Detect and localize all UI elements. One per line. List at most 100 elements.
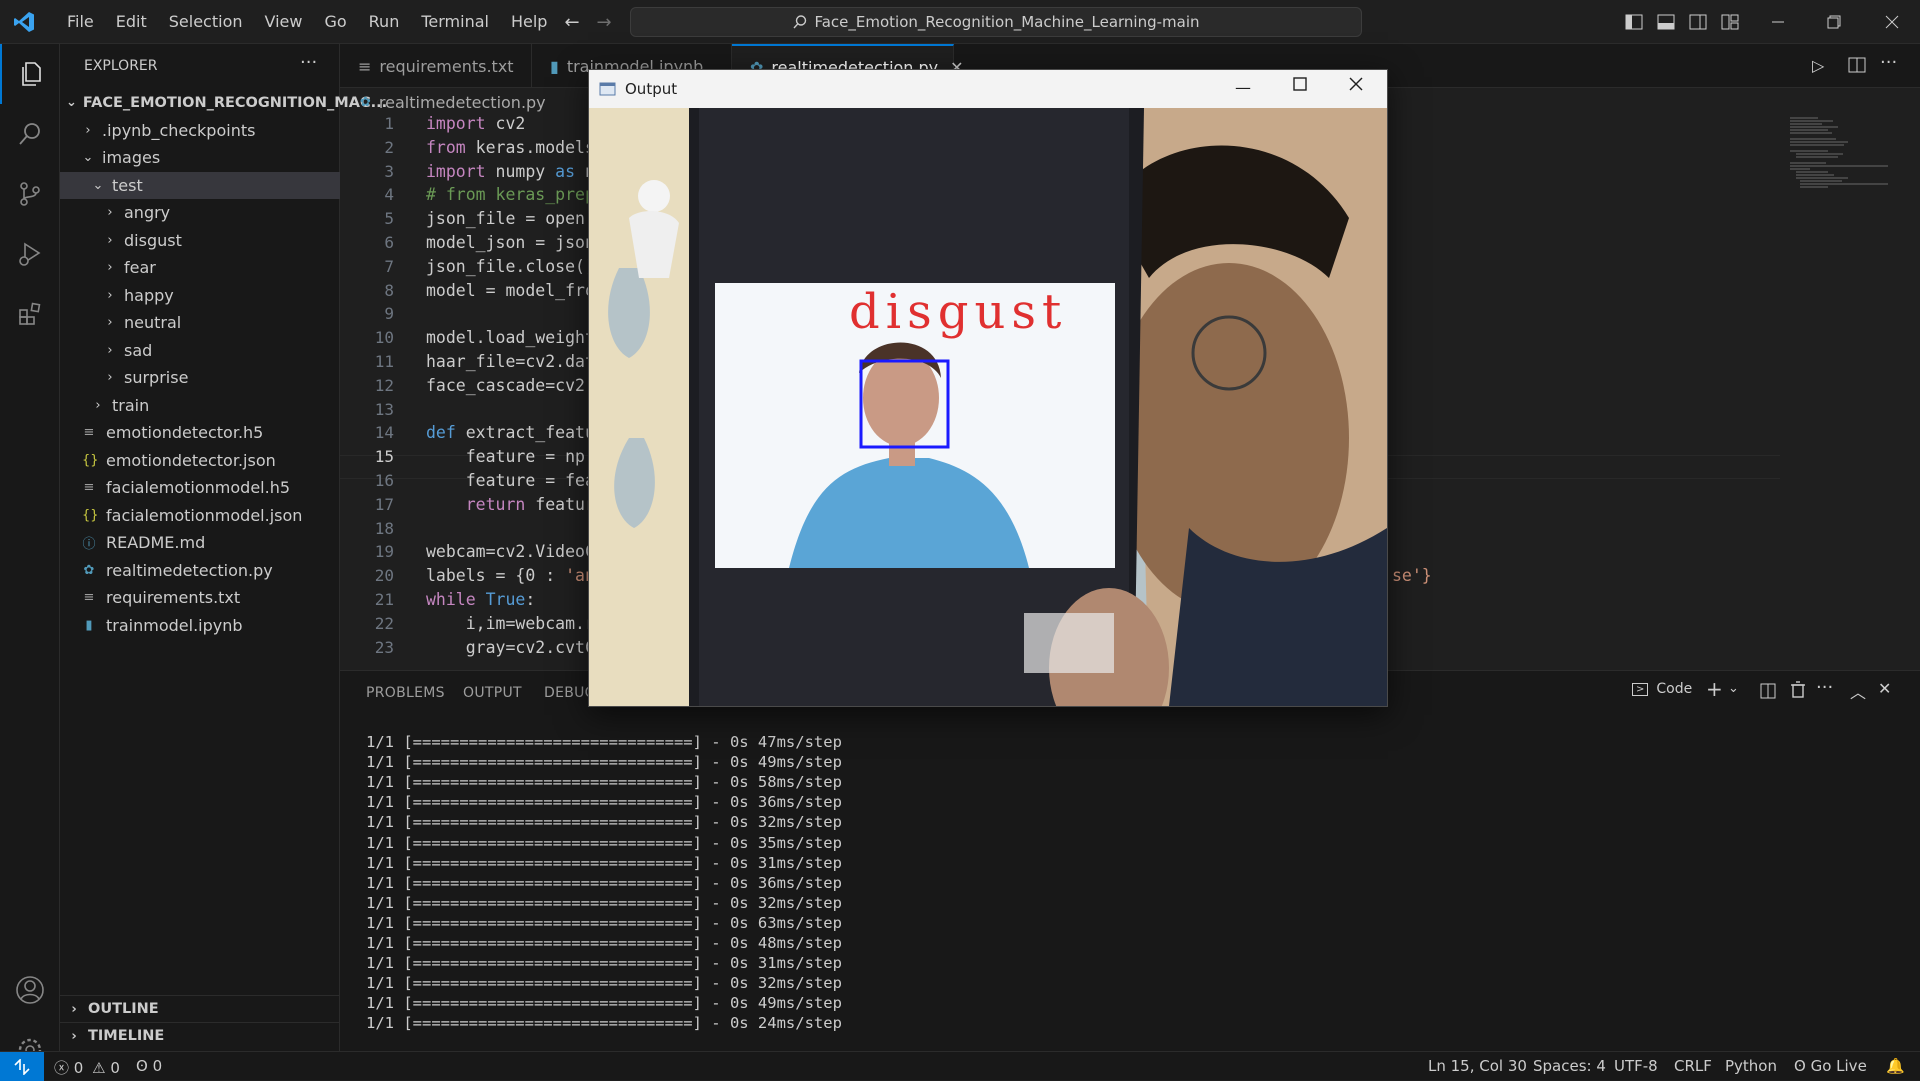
- menu-run[interactable]: Run: [358, 12, 411, 31]
- json-icon: {}: [82, 508, 99, 523]
- menu-view[interactable]: View: [254, 12, 314, 31]
- file-lines-icon: ≡: [358, 56, 372, 76]
- output-window-titlebar[interactable]: Output —: [589, 70, 1387, 108]
- breadcrumb: ✿ realtimedetection.py: [360, 90, 546, 114]
- terminal-selector[interactable]: > Code: [1632, 681, 1692, 697]
- folder-test[interactable]: ⌄ test: [60, 172, 340, 199]
- chevron-down-icon[interactable]: ⌄: [1728, 681, 1739, 696]
- output-window-title: Output: [625, 80, 678, 98]
- menu-selection[interactable]: Selection: [158, 12, 254, 31]
- menu-terminal[interactable]: Terminal: [410, 12, 500, 31]
- tree-label: realtimedetection.py: [106, 561, 273, 580]
- back-arrow-icon[interactable]: ←: [560, 10, 584, 34]
- more-actions-icon[interactable]: ···: [1816, 677, 1833, 698]
- folder-ipynb-checkpoints[interactable]: › .ipynb_checkpoints: [60, 117, 340, 144]
- outline-section[interactable]: › OUTLINE: [60, 995, 340, 1022]
- folder-surprise[interactable]: › surprise: [60, 364, 340, 391]
- split-editor-icon[interactable]: [1848, 56, 1866, 78]
- code-line: gray=cv2.cvtC: [426, 637, 595, 657]
- close-icon[interactable]: [1349, 76, 1363, 95]
- accounts-activity[interactable]: [0, 960, 60, 1020]
- chevron-right-icon: ›: [107, 315, 113, 330]
- file-readme-md[interactable]: ⓘ README.md: [60, 529, 340, 556]
- folder-fear[interactable]: › fear: [60, 254, 340, 281]
- language-status[interactable]: Python: [1725, 1057, 1777, 1075]
- terminal-line: 1/1 [==============================] - 0…: [366, 733, 842, 751]
- folder-train[interactable]: › train: [60, 392, 340, 419]
- code-line: # from keras_prep: [426, 185, 595, 205]
- go-live-status[interactable]: ʘ Go Live: [1794, 1057, 1867, 1075]
- file-facialemotionmodel-h5[interactable]: ≡ facialemotionmodel.h5: [60, 474, 340, 501]
- breadcrumb-file[interactable]: realtimedetection.py: [379, 93, 546, 112]
- folder-angry[interactable]: › angry: [60, 199, 340, 226]
- trash-icon[interactable]: [1790, 681, 1806, 703]
- file-requirements-txt[interactable]: ≡ requirements.txt: [60, 584, 340, 611]
- output-window[interactable]: Output — disgust: [588, 69, 1388, 707]
- restore-icon[interactable]: [1822, 10, 1846, 34]
- minimap[interactable]: [1788, 114, 1898, 204]
- tab-label: requirements.txt: [379, 56, 514, 76]
- file-facialemotionmodel-json[interactable]: {} facialemotionmodel.json: [60, 502, 340, 529]
- run-file-icon[interactable]: ▷: [1812, 56, 1824, 75]
- menu-file[interactable]: File: [56, 12, 105, 31]
- info-icon: ⓘ: [82, 537, 96, 552]
- indentation-status[interactable]: Spaces: 4: [1533, 1057, 1606, 1075]
- split-terminal-icon[interactable]: [1760, 683, 1776, 703]
- problems-status[interactable]: ⓧ 0 ⚠ 0: [54, 1057, 120, 1078]
- customize-layout-icon[interactable]: [1718, 10, 1742, 34]
- menu-go[interactable]: Go: [313, 12, 357, 31]
- workspace-root[interactable]: ⌄ FACE_EMOTION_RECOGNITION_MAC...: [60, 89, 387, 116]
- search-activity[interactable]: [0, 104, 60, 164]
- eol-status[interactable]: CRLF: [1674, 1057, 1712, 1075]
- encoding-status[interactable]: UTF-8: [1614, 1057, 1658, 1075]
- ports-status[interactable]: ʘ 0: [136, 1057, 162, 1075]
- source-control-activity[interactable]: [0, 164, 60, 224]
- command-center-search[interactable]: Face_Emotion_Recognition_Machine_Learnin…: [630, 7, 1362, 37]
- menu-help[interactable]: Help: [500, 12, 558, 31]
- code-line: model = model_fro: [426, 280, 595, 300]
- folder-disgust[interactable]: › disgust: [60, 227, 340, 254]
- tab-output[interactable]: OUTPUT: [463, 685, 522, 701]
- minimize-icon[interactable]: [1766, 10, 1790, 34]
- code-line: while True:: [426, 590, 536, 609]
- search-icon: [19, 123, 40, 145]
- remote-indicator[interactable]: [0, 1052, 44, 1081]
- chevron-right-icon: ›: [71, 1028, 77, 1044]
- folder-neutral[interactable]: › neutral: [60, 309, 340, 336]
- explorer-activity[interactable]: [0, 44, 60, 104]
- new-terminal-icon[interactable]: +: [1706, 677, 1723, 701]
- tab-requirements[interactable]: ≡ requirements.txt: [340, 44, 532, 88]
- toggle-panel-icon[interactable]: [1654, 10, 1678, 34]
- tab-problems[interactable]: PROBLEMS: [366, 685, 445, 701]
- minimize-icon[interactable]: —: [1235, 78, 1251, 97]
- close-window-icon[interactable]: [1880, 10, 1904, 34]
- file-emotiondetector-json[interactable]: {} emotiondetector.json: [60, 447, 340, 474]
- file-realtimedetection-py[interactable]: ✿ realtimedetection.py: [60, 557, 340, 584]
- terminal-line: 1/1 [==============================] - 0…: [366, 753, 842, 772]
- code-line: return featur: [465, 494, 595, 514]
- run-debug-activity[interactable]: [0, 224, 60, 284]
- line-number: 16: [374, 471, 394, 490]
- folder-images[interactable]: ⌄ images: [60, 144, 340, 171]
- forward-arrow-icon[interactable]: →: [592, 10, 616, 34]
- file-trainmodel-ipynb[interactable]: ▮ trainmodel.ipynb: [60, 612, 340, 639]
- cursor-position[interactable]: Ln 15, Col 30: [1428, 1057, 1527, 1075]
- folder-sad[interactable]: › sad: [60, 337, 340, 364]
- toggle-sidebar-icon[interactable]: [1622, 10, 1646, 34]
- tree-label: emotiondetector.h5: [106, 423, 264, 442]
- toggle-secondary-sidebar-icon[interactable]: [1686, 10, 1710, 34]
- maximize-icon[interactable]: [1293, 76, 1307, 95]
- code-line: face_cascade=cv2.: [426, 375, 595, 395]
- webcam-scene: [589, 108, 1387, 706]
- extensions-activity[interactable]: [0, 284, 60, 344]
- more-actions-icon[interactable]: ···: [1880, 52, 1897, 73]
- folder-happy[interactable]: › happy: [60, 282, 340, 309]
- maximize-panel-icon[interactable]: ︿: [1850, 679, 1866, 703]
- timeline-section[interactable]: › TIMELINE: [60, 1022, 340, 1049]
- file-emotiondetector-h5[interactable]: ≡ emotiondetector.h5: [60, 419, 340, 446]
- line-number: 10: [374, 328, 394, 348]
- close-panel-icon[interactable]: ✕: [1878, 679, 1891, 698]
- more-actions-icon[interactable]: ···: [300, 52, 317, 73]
- menu-edit[interactable]: Edit: [105, 12, 158, 31]
- bell-icon[interactable]: 🔔: [1886, 1057, 1905, 1075]
